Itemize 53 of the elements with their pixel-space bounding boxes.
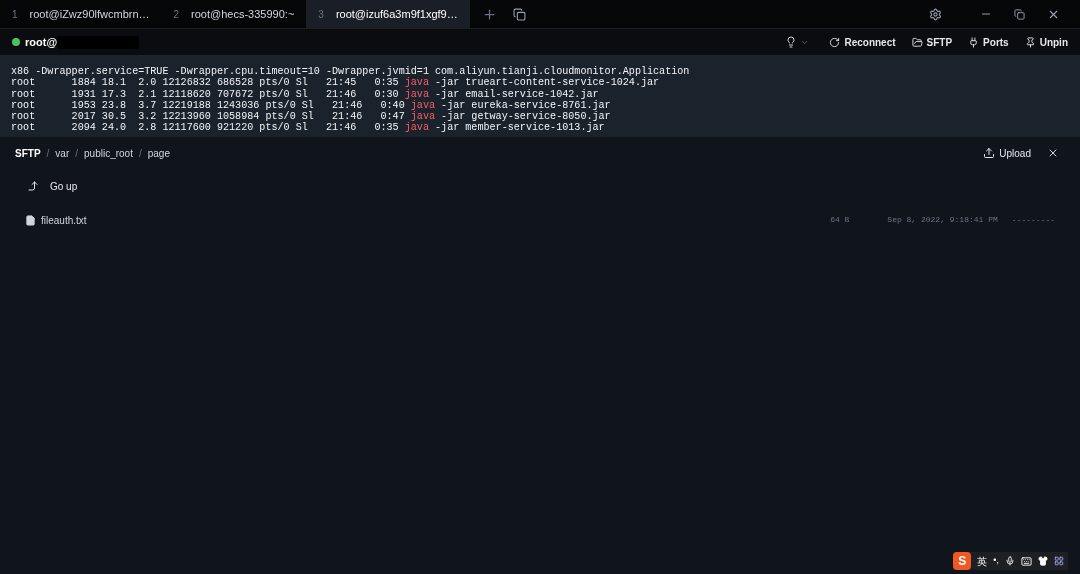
terminal-tab[interactable]: 1 root@iZwz90lfwcmbrn… <box>0 0 162 28</box>
pin-icon <box>1024 36 1036 48</box>
tab-title: root@izuf6a3m9f1xgf9… <box>335 6 458 22</box>
grid-icon[interactable] <box>1054 556 1064 566</box>
shirt-icon[interactable] <box>1038 556 1048 566</box>
terminal-line: root 2017 30.5 3.2 12213960 1058984 pts/0 Sl 21:46 0:47 java -jar getway-service-8050.jar <box>11 111 612 123</box>
file-name: fileauth.txt <box>41 213 87 228</box>
file-date: Sep 8, 2022, 9:18:41 PM <box>887 214 998 226</box>
ime-mode[interactable]: 英 <box>977 553 988 569</box>
upload-icon <box>983 147 996 159</box>
path-separator: / <box>75 146 79 161</box>
toolbar-button[interactable]: Unpin <box>1024 34 1068 50</box>
toolbar-button[interactable]: Ports <box>968 34 1009 50</box>
tab-number: 1 <box>12 7 18 22</box>
terminal-line: root 2094 24.0 2.8 12117600 921220 pts/0 Sl 21:46 0:35 java -jar member-service-1013.jar <box>11 122 605 134</box>
upload-button[interactable]: Upload <box>983 145 1031 161</box>
path-separator: / <box>138 146 142 161</box>
terminal-line: root 1953 23.8 3.7 12219188 1243036 pts/0 Sl 21:46 0:40 java -jar eureka-service-8761.jar <box>11 99 612 112</box>
plug-icon <box>968 36 980 48</box>
reload-icon <box>829 36 841 48</box>
session-user: root@ <box>25 34 58 50</box>
file-permissions: --------- <box>1011 214 1055 226</box>
tab-number: 3 <box>318 7 324 22</box>
ime-punctuation[interactable]: •, <box>993 554 999 568</box>
go-up-row[interactable]: Go up <box>0 169 1080 203</box>
file-row[interactable]: fileauth.txt 64 B Sep 8, 2022, 9:18:41 PM --------- <box>0 203 1080 237</box>
restore-icon[interactable] <box>1014 8 1025 20</box>
tab-title: root@hecs-335990:~ <box>191 6 295 22</box>
file-size: 64 B <box>830 214 850 226</box>
theme-icon[interactable] <box>785 36 798 48</box>
terminal-tab[interactable]: 3 root@izuf6a3m9f1xgf9… <box>306 0 470 28</box>
breadcrumb-item[interactable]: var <box>55 145 70 161</box>
windows-icon[interactable] <box>512 7 526 21</box>
folder-icon <box>911 36 923 48</box>
breadcrumb-item[interactable]: public_root <box>84 145 133 161</box>
terminal-tab[interactable]: 2 root@hecs-335990:~ <box>161 0 307 28</box>
file-icon <box>25 214 36 226</box>
toolbar-button[interactable]: SFTP <box>911 34 953 50</box>
tab-number: 2 <box>173 7 180 22</box>
tab-title: root@iZwz90lfwcmbrn… <box>29 6 150 22</box>
keyboard-icon[interactable] <box>1021 555 1032 567</box>
path-separator: / <box>46 146 50 161</box>
microphone-icon[interactable] <box>1005 556 1015 566</box>
add-tab-icon[interactable] <box>481 6 497 22</box>
terminal-line: x86 -Dwrapper.service=TRUE -Dwrapper.cpu.timeout=10 -Dwrapper.jvmid=1 com.aliyun.tianji.cloudmonitor.Application <box>11 66 691 78</box>
terminal-line: root 1884 18.1 2.0 12126832 686528 pts/0 Sl 21:45 0:35 java -jar trueart-content-service-1024.jar <box>11 77 660 89</box>
close-icon[interactable] <box>1047 147 1059 159</box>
breadcrumb-item[interactable]: page <box>147 145 170 161</box>
arrow-up-icon <box>27 180 39 192</box>
toolbar-button[interactable]: Reconnect <box>829 34 896 50</box>
settings-icon[interactable] <box>929 7 942 21</box>
breadcrumb-item[interactable]: SFTP <box>15 145 41 161</box>
terminal-line: root 1931 17.3 2.1 12118620 707672 pts/0 Sl 21:46 0:30 java -jar email-service-1042.jar <box>11 88 600 100</box>
